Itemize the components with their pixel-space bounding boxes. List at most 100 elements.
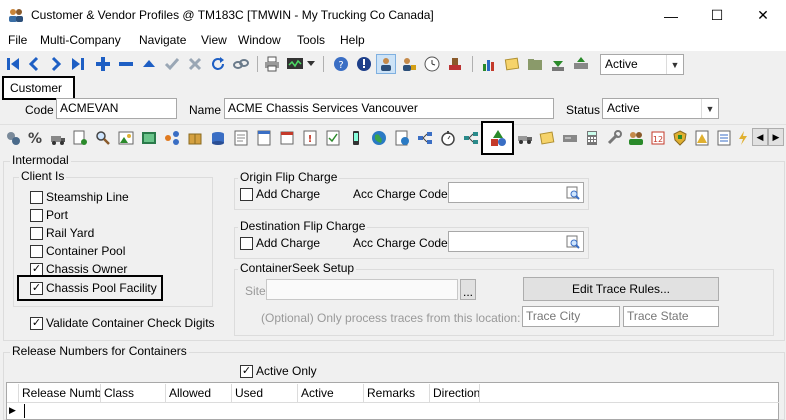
menu-navigate[interactable]: Navigate: [139, 33, 186, 47]
origin-acc-code-input[interactable]: [448, 182, 584, 203]
list-document-icon[interactable]: [713, 127, 735, 149]
move-up-icon[interactable]: [139, 54, 159, 74]
stopwatch-icon[interactable]: [437, 127, 459, 149]
column-remarks[interactable]: Remarks: [364, 384, 430, 402]
notes-icon[interactable]: [502, 54, 522, 74]
dest-lookup-icon[interactable]: [566, 235, 580, 252]
drive-icon[interactable]: [559, 127, 581, 149]
delete-record-icon[interactable]: [116, 54, 136, 74]
person-lock-icon[interactable]: [399, 54, 419, 74]
checklist-icon[interactable]: [322, 127, 344, 149]
document-world-icon[interactable]: [391, 127, 413, 149]
calendar-12-icon[interactable]: 12: [647, 127, 669, 149]
notepad-icon[interactable]: [253, 127, 275, 149]
info-icon[interactable]: [354, 54, 374, 74]
truck-small-icon[interactable]: [514, 127, 536, 149]
percent-icon[interactable]: %: [24, 127, 46, 149]
phone-icon[interactable]: [345, 127, 367, 149]
gears-icon[interactable]: [2, 127, 24, 149]
trace-city-input[interactable]: Trace City: [522, 306, 620, 327]
column-direction[interactable]: Direction: [430, 384, 480, 402]
site-input[interactable]: [266, 279, 458, 300]
refresh-icon[interactable]: [208, 54, 228, 74]
monitor-icon[interactable]: [285, 54, 305, 74]
toolbar-scroll-left-icon[interactable]: ◀: [752, 128, 768, 146]
hierarchy-icon[interactable]: [414, 127, 436, 149]
validate-check-digits-checkbox[interactable]: ✓: [30, 317, 43, 330]
status-filter-select[interactable]: Active ▼: [600, 54, 684, 75]
column-used[interactable]: Used: [232, 384, 298, 402]
database-icon[interactable]: [207, 127, 229, 149]
close-button[interactable]: ✕: [740, 0, 786, 31]
help-icon[interactable]: ?: [331, 54, 351, 74]
active-only-checkbox[interactable]: ✓: [240, 365, 253, 378]
save-check-icon[interactable]: [162, 54, 182, 74]
monitor-dropdown-icon[interactable]: [305, 54, 317, 74]
truck-icon[interactable]: [47, 127, 69, 149]
team-icon[interactable]: [625, 127, 647, 149]
menu-help[interactable]: Help: [340, 33, 365, 47]
printer-arrow-icon[interactable]: [571, 54, 591, 74]
site-browse-button[interactable]: ...: [460, 279, 476, 300]
stamp-icon[interactable]: [445, 54, 465, 74]
previous-record-icon[interactable]: [24, 54, 44, 74]
menu-tools[interactable]: Tools: [297, 33, 325, 47]
minimize-button[interactable]: —: [648, 0, 694, 31]
hierarchy-alt-icon[interactable]: [460, 127, 482, 149]
document-add-icon[interactable]: [69, 127, 91, 149]
name-input[interactable]: ACME Chassis Services Vancouver: [224, 98, 554, 119]
next-record-icon[interactable]: [46, 54, 66, 74]
chassis-pool-facility-checkbox[interactable]: ✓: [30, 282, 43, 295]
port-checkbox[interactable]: [30, 209, 43, 222]
column-release-number[interactable]: Release Numb: [19, 384, 101, 402]
calendar-icon[interactable]: [276, 127, 298, 149]
link-icon[interactable]: [231, 54, 251, 74]
alert-document-icon[interactable]: !: [299, 127, 321, 149]
clock-icon[interactable]: [422, 54, 442, 74]
cancel-x-icon[interactable]: [185, 54, 205, 74]
sticky-note-icon[interactable]: [536, 127, 558, 149]
container-pool-checkbox[interactable]: [30, 245, 43, 258]
menu-view[interactable]: View: [201, 33, 227, 47]
search-icon[interactable]: [92, 127, 114, 149]
image-icon[interactable]: [115, 127, 137, 149]
report-icon[interactable]: [230, 127, 252, 149]
trace-state-input[interactable]: Trace State: [623, 306, 719, 327]
globe-icon[interactable]: [368, 127, 390, 149]
column-allowed[interactable]: Allowed: [166, 384, 232, 402]
network-icon[interactable]: [161, 127, 183, 149]
toolbar-scroll-right-icon[interactable]: ▶: [768, 128, 784, 146]
status-select[interactable]: Active ▼: [602, 98, 719, 119]
print-icon[interactable]: [262, 54, 282, 74]
calculator-icon[interactable]: [581, 127, 603, 149]
shield-icon[interactable]: [669, 127, 691, 149]
menu-multi-company[interactable]: Multi-Company: [40, 33, 121, 47]
dest-acc-code-input[interactable]: [448, 231, 584, 252]
photo-icon[interactable]: [138, 127, 160, 149]
add-record-icon[interactable]: [93, 54, 113, 74]
lightning-icon[interactable]: [734, 127, 752, 149]
rail-yard-checkbox[interactable]: [30, 227, 43, 240]
origin-add-charge-checkbox[interactable]: [240, 188, 253, 201]
folder-icon[interactable]: [525, 54, 545, 74]
maximize-button[interactable]: ☐: [694, 0, 740, 31]
download-icon[interactable]: [548, 54, 568, 74]
customer-tab[interactable]: Customer: [2, 76, 75, 100]
last-record-icon[interactable]: [68, 54, 88, 74]
column-active[interactable]: Active: [298, 384, 364, 402]
dest-add-charge-checkbox[interactable]: [240, 237, 253, 250]
menu-file[interactable]: File: [8, 33, 27, 47]
chart-icon[interactable]: [479, 54, 499, 74]
column-class[interactable]: Class: [101, 384, 166, 402]
origin-lookup-icon[interactable]: [566, 186, 580, 203]
profile-person-icon[interactable]: [376, 54, 396, 74]
edit-trace-rules-button[interactable]: Edit Trace Rules...: [523, 277, 719, 301]
first-record-icon[interactable]: [3, 54, 23, 74]
menu-window[interactable]: Window: [238, 33, 281, 47]
intermodal-button[interactable]: [481, 121, 514, 155]
wrench-icon[interactable]: [603, 127, 625, 149]
code-input[interactable]: ACMEVAN: [56, 98, 177, 119]
steamship-line-checkbox[interactable]: [30, 191, 43, 204]
package-icon[interactable]: [184, 127, 206, 149]
warning-document-icon[interactable]: [691, 127, 713, 149]
